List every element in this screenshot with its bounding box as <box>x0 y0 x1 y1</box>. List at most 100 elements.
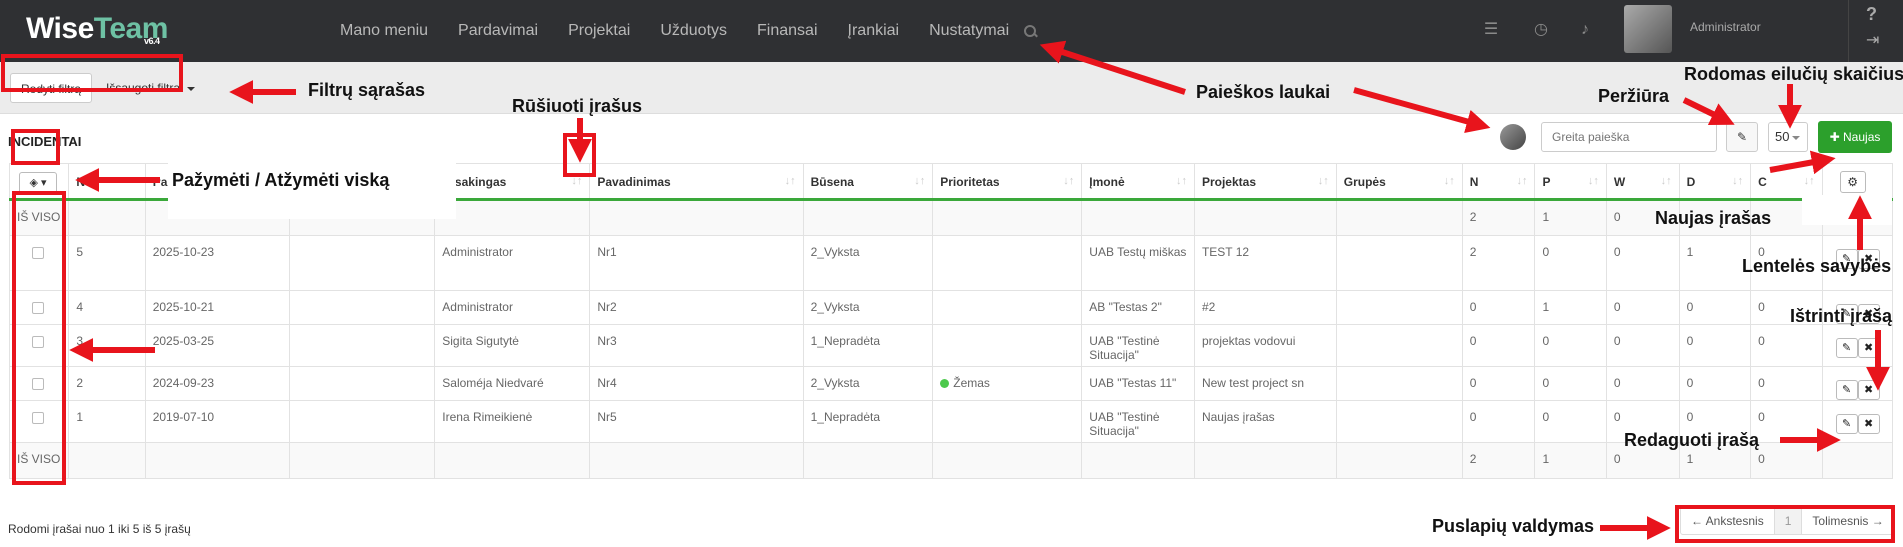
nav-projects[interactable]: Projektai <box>568 22 630 40</box>
user-name[interactable]: Administrator <box>1690 20 1761 34</box>
annotation-pagination: Puslapių valdymas <box>1432 516 1595 536</box>
row-responsible: Administrator <box>434 235 591 291</box>
row-date: 2025-10-23 <box>144 235 290 291</box>
sort-icon[interactable]: ↓↑ <box>1516 175 1527 187</box>
total-p: 1 <box>1534 199 1607 236</box>
row-name[interactable]: Nr3 <box>589 324 804 367</box>
col-priority[interactable]: Prioritetas ↓↑ <box>932 163 1083 201</box>
help-icon[interactable]: ? <box>1866 4 1877 25</box>
rows-per-page-select[interactable]: 50 <box>1768 122 1808 152</box>
search-input[interactable] <box>1541 122 1717 152</box>
col-p[interactable]: P ↓↑ <box>1534 163 1607 201</box>
table-row[interactable]: 3 2025-03-25 Sigita Sigutytė Nr3 1_Nepra… <box>8 324 1894 367</box>
total-c: 0 <box>1750 442 1823 479</box>
row-d: 0 <box>1678 290 1752 325</box>
row-w: 0 <box>1605 290 1680 325</box>
col-name[interactable]: Pavadinimas ↓↑ <box>589 163 804 201</box>
sort-icon[interactable]: ↓↑ <box>1444 175 1455 187</box>
row-status: 1_Nepradėta <box>802 400 934 443</box>
row-p: 1 <box>1534 290 1607 325</box>
sort-icon[interactable]: ↓↑ <box>1732 175 1743 187</box>
col-d[interactable]: D ↓↑ <box>1678 163 1752 201</box>
nav-tasks[interactable]: Užduotys <box>660 22 727 40</box>
row-name[interactable]: Nr2 <box>589 290 804 325</box>
annotation-box-sort <box>563 133 596 177</box>
chevron-down-icon <box>186 86 195 91</box>
top-navbar: WiseTeam v6.4 Mano meniu Pardavimai Proj… <box>0 0 1903 62</box>
row-id: 2 <box>68 366 146 401</box>
edit-icon[interactable]: ✎ <box>1835 338 1858 358</box>
annotation-box-checkboxes <box>12 191 66 485</box>
delete-icon[interactable]: ✖ <box>1857 380 1880 400</box>
row-p: 0 <box>1534 400 1607 443</box>
priority-dot-icon <box>940 379 950 388</box>
gear-icon[interactable]: ⚙ <box>1839 171 1866 193</box>
row-name[interactable]: Nr1 <box>589 235 804 291</box>
row-p: 0 <box>1534 235 1607 291</box>
preview-button[interactable]: ✎ <box>1726 122 1758 152</box>
row-p: 0 <box>1534 324 1607 367</box>
sort-icon[interactable]: ↓↑ <box>1588 175 1599 187</box>
nav-settings[interactable]: Nustatymai <box>929 22 1009 40</box>
table-row[interactable]: 2 2024-09-23 Saloméja Niedvaré Nr4 2_Vyk… <box>8 366 1894 401</box>
table-row[interactable]: 4 2025-10-21 Administrator Nr2 2_Vyksta … <box>8 290 1894 325</box>
table-row[interactable]: 1 2019-07-10 Irena Rimeikienė Nr5 1_Nepr… <box>8 400 1894 443</box>
annotation-preview: Peržiūra <box>1598 86 1670 106</box>
row-p: 0 <box>1534 366 1607 401</box>
avatar-small[interactable] <box>1500 124 1526 150</box>
delete-icon[interactable]: ✖ <box>1857 338 1880 358</box>
col-n[interactable]: N ↓↑ <box>1461 163 1536 201</box>
row-c: 0 <box>1750 366 1823 401</box>
row-project: Naujas įrašas <box>1193 400 1337 443</box>
nav-tools[interactable]: Įrankiai <box>848 22 900 40</box>
avatar[interactable] <box>1624 5 1672 53</box>
sort-icon[interactable]: ↓↑ <box>1063 175 1074 187</box>
edit-icon[interactable]: ✎ <box>1835 414 1858 434</box>
nav-my-menu[interactable]: Mano meniu <box>340 22 428 40</box>
list-icon[interactable]: ☰ <box>1481 20 1501 40</box>
annotation-background <box>1802 195 1892 225</box>
sort-icon[interactable]: ↓↑ <box>914 175 925 187</box>
col-project[interactable]: Projektas ↓↑ <box>1193 163 1337 201</box>
annotation-box-filters <box>1 54 183 92</box>
row-status: 2_Vyksta <box>802 366 934 401</box>
new-record-button[interactable]: ✚ Naujas <box>1818 121 1892 153</box>
row-name[interactable]: Nr4 <box>589 366 804 401</box>
row-date: 2019-07-10 <box>144 400 290 443</box>
app-logo[interactable]: WiseTeam v6.4 <box>26 12 168 46</box>
row-date: 2025-10-21 <box>144 290 290 325</box>
row-project: projektas vodovui <box>1193 324 1337 367</box>
col-groups[interactable]: Grupės ↓↑ <box>1335 163 1463 201</box>
nav-finance[interactable]: Finansai <box>757 22 817 40</box>
logout-icon[interactable]: ⇥ <box>1866 30 1879 50</box>
row-date: 2025-03-25 <box>144 324 290 367</box>
row-name[interactable]: Nr5 <box>589 400 804 443</box>
col-w[interactable]: W ↓↑ <box>1605 163 1680 201</box>
col-company[interactable]: Įmonė ↓↑ <box>1081 163 1195 201</box>
col-id[interactable]: N <box>68 163 146 201</box>
edit-icon[interactable]: ✎ <box>1835 380 1858 400</box>
sort-icon[interactable]: ↓↑ <box>785 175 796 187</box>
col-status[interactable]: Būsena ↓↑ <box>802 163 934 201</box>
row-d: 1 <box>1678 235 1752 291</box>
table-row[interactable]: 5 2025-10-23 Administrator Nr1 2_Vyksta … <box>8 235 1894 291</box>
main-nav: Mano meniu Pardavimai Projektai Užduotys… <box>340 0 1037 62</box>
row-w: 0 <box>1605 235 1680 291</box>
row-company: UAB "Testinė Situacija" <box>1081 400 1195 443</box>
row-d: 0 <box>1678 366 1752 401</box>
sort-icon[interactable]: ↓↑ <box>1318 175 1329 187</box>
clock-icon[interactable]: ◷ <box>1531 20 1551 40</box>
search-icon[interactable] <box>1023 24 1037 38</box>
row-c: 0 <box>1750 400 1823 443</box>
records-info: Rodomi įrašai nuo 1 iki 5 iš 5 įrašų <box>8 522 191 536</box>
row-n: 0 <box>1461 290 1536 325</box>
delete-icon[interactable]: ✖ <box>1857 414 1880 434</box>
nav-sales[interactable]: Pardavimai <box>458 22 538 40</box>
row-n: 0 <box>1461 400 1536 443</box>
bell-icon[interactable]: ♪ <box>1575 20 1595 40</box>
sort-icon[interactable]: ↓↑ <box>1661 175 1672 187</box>
sort-icon[interactable]: ↓↑ <box>1176 175 1187 187</box>
row-status: 2_Vyksta <box>802 235 934 291</box>
app-version: v6.4 <box>144 36 160 46</box>
sort-icon[interactable]: ↓↑ <box>1804 175 1815 187</box>
